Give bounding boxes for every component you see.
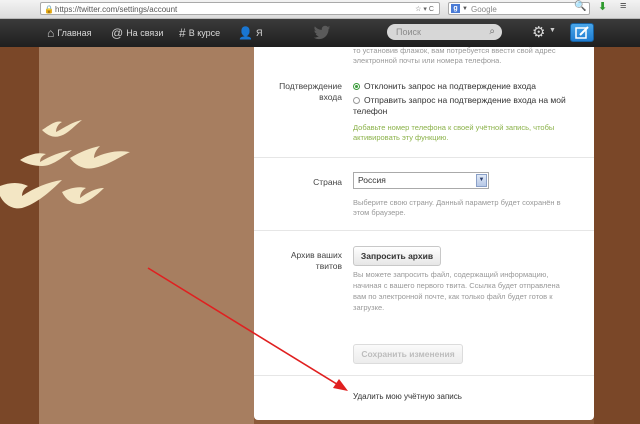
twitter-search-placeholder: Поиск <box>396 27 421 37</box>
menu-icon[interactable]: ≡ <box>620 0 626 12</box>
chevron-down-icon[interactable]: ▼ <box>476 174 487 187</box>
birds-decoration <box>0 120 130 209</box>
radio-label: Отправить запрос на подтверждение входа … <box>353 95 566 116</box>
nav-connect[interactable]: @ На связи <box>111 19 163 47</box>
compose-icon <box>575 26 589 39</box>
background-right <box>594 47 640 424</box>
nav-discover[interactable]: # В курсе <box>179 19 220 47</box>
delete-account-link[interactable]: Удалить мою учётную запись <box>353 392 462 401</box>
country-hint-1: Выберите свою страну. Данный параметр бу… <box>353 198 561 207</box>
archive-hint-1: Вы можете запросить файл, содержащий инф… <box>353 270 549 279</box>
login-verification-hint-2: активировать эту функцию. <box>353 133 449 142</box>
top-hint-line-2: электронной почты или номера телефона. <box>353 56 502 65</box>
search-icon[interactable]: ⌕ <box>489 24 495 40</box>
top-hint-line-1: то установив флажок, вам потребуется вве… <box>353 46 556 55</box>
login-verification-hint-1: Добавьте номер телефона к своей учётной … <box>353 123 555 132</box>
address-bar[interactable]: 🔒 https://twitter.com/settings/account ☆… <box>40 2 440 15</box>
nav-discover-label: В курсе <box>188 28 221 38</box>
archive-label: Архив ваших твитов <box>290 250 342 271</box>
lock-icon: 🔒 <box>44 5 54 14</box>
archive-hint-3: вам по электронной почте, как только фай… <box>353 292 553 301</box>
background-left <box>0 47 39 424</box>
search-icon[interactable]: 🔍 <box>574 1 586 12</box>
user-icon: 👤 <box>238 26 253 40</box>
address-bar-controls[interactable]: ☆▾C <box>415 3 436 16</box>
nav-me-label: Я <box>255 28 263 38</box>
divider <box>254 230 594 231</box>
at-icon: @ <box>111 26 124 40</box>
divider <box>254 375 594 376</box>
background-tan <box>39 47 254 424</box>
nav-home-label: Главная <box>57 28 92 38</box>
request-archive-button[interactable]: Запросить архив <box>353 246 441 266</box>
twitter-search-input[interactable]: Поиск ⌕ <box>387 24 502 40</box>
twitter-bird-icon[interactable] <box>313 25 331 41</box>
radio-selected[interactable] <box>353 83 360 90</box>
country-select-value: Россия <box>358 175 386 185</box>
address-bar-url: https://twitter.com/settings/account <box>55 5 178 14</box>
radio-unselected[interactable] <box>353 97 360 104</box>
radio-label: Отклонить запрос на подтверждение входа <box>364 81 536 91</box>
nav-me[interactable]: 👤 Я <box>238 19 262 47</box>
archive-hint-2: начиная с вашего первого твита. Ссылка б… <box>353 281 560 290</box>
chevron-down-icon[interactable]: ▼ <box>549 27 556 34</box>
account-settings-panel: то установив флажок, вам потребуется вве… <box>254 46 594 420</box>
country-label: Страна <box>313 177 342 187</box>
compose-tweet-button[interactable] <box>570 23 594 42</box>
home-icon: ⌂ <box>47 26 55 40</box>
country-select[interactable]: Россия ▼ <box>353 172 489 189</box>
divider <box>254 157 594 158</box>
nav-connect-label: На связи <box>126 28 164 38</box>
archive-hint-4: загрузке. <box>353 303 385 312</box>
twitter-topbar: ⌂ Главная @ На связи # В курсе 👤 Я Поиск ⌕ ⚙… <box>0 19 640 47</box>
browser-search-placeholder: Google <box>471 5 497 14</box>
hash-icon: # <box>179 26 186 40</box>
gear-icon[interactable]: ⚙ <box>532 22 545 44</box>
nav-home[interactable]: ⌂ Главная <box>47 19 92 47</box>
login-verification-option-send[interactable]: Отправить запрос на подтверждение входа … <box>353 95 578 117</box>
browser-search-input[interactable]: g ▼ Google <box>448 2 590 15</box>
download-icon[interactable]: ⬇ <box>598 0 607 13</box>
engine-dropdown-icon[interactable]: ▼ <box>462 3 468 16</box>
browser-toolbar: 🔒 https://twitter.com/settings/account ☆… <box>0 0 640 19</box>
google-icon: g <box>451 4 460 13</box>
login-verification-label: Подтверждение входа <box>279 81 342 102</box>
login-verification-option-decline[interactable]: Отклонить запрос на подтверждение входа <box>353 81 536 92</box>
save-changes-button[interactable]: Сохранить изменения <box>353 344 463 364</box>
country-hint-2: этом браузере. <box>353 208 406 217</box>
